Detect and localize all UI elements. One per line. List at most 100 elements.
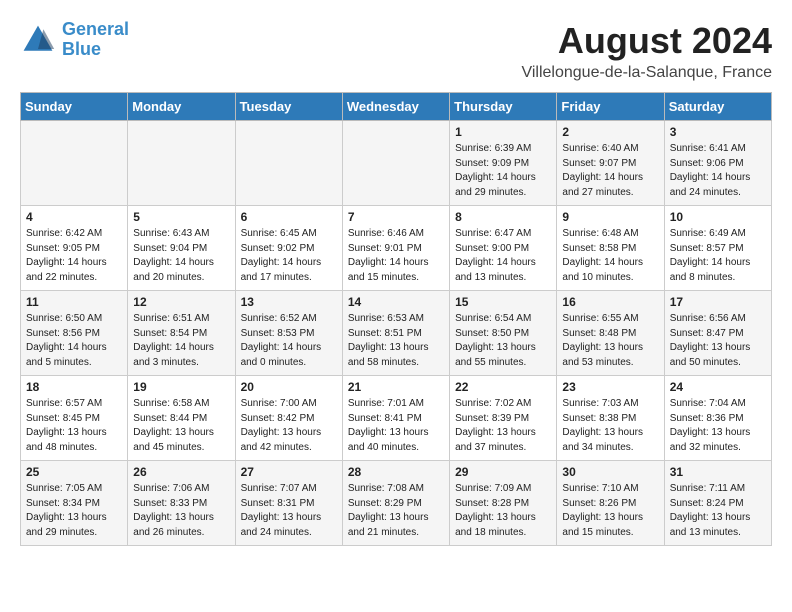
calendar-header-row: SundayMondayTuesdayWednesdayThursdayFrid… <box>21 93 772 121</box>
title-block: August 2024 Villelongue-de-la-Salanque, … <box>521 20 772 82</box>
calendar-week-row: 18 Sunrise: 6:57 AM Sunset: 8:45 PM Dayli… <box>21 376 772 461</box>
day-number: 6 <box>241 210 337 224</box>
day-info: Sunrise: 6:57 AM Sunset: 8:45 PM Dayligh… <box>26 397 122 455</box>
day-number: 30 <box>562 465 658 479</box>
column-header-monday: Monday <box>128 93 235 121</box>
day-number: 28 <box>348 465 444 479</box>
day-info: Sunrise: 7:09 AM Sunset: 8:28 PM Dayligh… <box>455 482 551 540</box>
calendar-cell: 19 Sunrise: 6:58 AM Sunset: 8:44 PM Dayli… <box>128 376 235 461</box>
day-info: Sunrise: 6:55 AM Sunset: 8:48 PM Dayligh… <box>562 312 658 370</box>
column-header-thursday: Thursday <box>450 93 557 121</box>
day-number: 26 <box>133 465 229 479</box>
day-number: 2 <box>562 125 658 139</box>
day-number: 24 <box>670 380 766 394</box>
day-number: 18 <box>26 380 122 394</box>
calendar-cell: 11Sunrise: 6:50 AM Sunset: 8:56 PM Dayli… <box>21 291 128 376</box>
calendar-cell: 9 Sunrise: 6:48 AM Sunset: 8:58 PM Daylig… <box>557 206 664 291</box>
day-number: 16 <box>562 295 658 309</box>
day-number: 19 <box>133 380 229 394</box>
calendar-week-row: 11Sunrise: 6:50 AM Sunset: 8:56 PM Dayli… <box>21 291 772 376</box>
calendar-cell: 15 Sunrise: 6:54 AM Sunset: 8:50 PM Dayli… <box>450 291 557 376</box>
calendar-cell: 1Sunrise: 6:39 AM Sunset: 9:09 PM Daylig… <box>450 121 557 206</box>
day-number: 23 <box>562 380 658 394</box>
calendar-cell: 29 Sunrise: 7:09 AM Sunset: 8:28 PM Dayli… <box>450 461 557 546</box>
day-info: Sunrise: 6:41 AM Sunset: 9:06 PM Dayligh… <box>670 142 766 200</box>
column-header-saturday: Saturday <box>664 93 771 121</box>
logo: General Blue <box>20 20 129 60</box>
calendar-cell: 4Sunrise: 6:42 AM Sunset: 9:05 PM Daylig… <box>21 206 128 291</box>
logo-line2: Blue <box>62 39 101 59</box>
day-info: Sunrise: 6:53 AM Sunset: 8:51 PM Dayligh… <box>348 312 444 370</box>
day-info: Sunrise: 6:58 AM Sunset: 8:44 PM Dayligh… <box>133 397 229 455</box>
calendar-cell: 10 Sunrise: 6:49 AM Sunset: 8:57 PM Dayli… <box>664 206 771 291</box>
calendar-cell: 6 Sunrise: 6:45 AM Sunset: 9:02 PM Daylig… <box>235 206 342 291</box>
calendar-cell <box>342 121 449 206</box>
day-info: Sunrise: 6:51 AM Sunset: 8:54 PM Dayligh… <box>133 312 229 370</box>
day-number: 25 <box>26 465 122 479</box>
day-info: Sunrise: 7:08 AM Sunset: 8:29 PM Dayligh… <box>348 482 444 540</box>
logo-icon <box>20 22 56 58</box>
day-number: 31 <box>670 465 766 479</box>
day-info: Sunrise: 7:00 AM Sunset: 8:42 PM Dayligh… <box>241 397 337 455</box>
calendar-cell: 28 Sunrise: 7:08 AM Sunset: 8:29 PM Dayli… <box>342 461 449 546</box>
day-info: Sunrise: 7:11 AM Sunset: 8:24 PM Dayligh… <box>670 482 766 540</box>
day-info: Sunrise: 7:06 AM Sunset: 8:33 PM Dayligh… <box>133 482 229 540</box>
day-number: 17 <box>670 295 766 309</box>
calendar-cell: 5 Sunrise: 6:43 AM Sunset: 9:04 PM Daylig… <box>128 206 235 291</box>
calendar-week-row: 1Sunrise: 6:39 AM Sunset: 9:09 PM Daylig… <box>21 121 772 206</box>
day-number: 10 <box>670 210 766 224</box>
day-info: Sunrise: 7:01 AM Sunset: 8:41 PM Dayligh… <box>348 397 444 455</box>
day-number: 13 <box>241 295 337 309</box>
day-info: Sunrise: 6:50 AM Sunset: 8:56 PM Dayligh… <box>26 312 122 370</box>
calendar-cell: 21 Sunrise: 7:01 AM Sunset: 8:41 PM Dayli… <box>342 376 449 461</box>
day-info: Sunrise: 6:54 AM Sunset: 8:50 PM Dayligh… <box>455 312 551 370</box>
calendar-cell: 20 Sunrise: 7:00 AM Sunset: 8:42 PM Dayli… <box>235 376 342 461</box>
day-info: Sunrise: 6:42 AM Sunset: 9:05 PM Dayligh… <box>26 227 122 285</box>
day-info: Sunrise: 6:52 AM Sunset: 8:53 PM Dayligh… <box>241 312 337 370</box>
day-info: Sunrise: 6:46 AM Sunset: 9:01 PM Dayligh… <box>348 227 444 285</box>
column-header-sunday: Sunday <box>21 93 128 121</box>
day-number: 9 <box>562 210 658 224</box>
day-number: 5 <box>133 210 229 224</box>
calendar-cell: 16 Sunrise: 6:55 AM Sunset: 8:48 PM Dayli… <box>557 291 664 376</box>
day-info: Sunrise: 6:40 AM Sunset: 9:07 PM Dayligh… <box>562 142 658 200</box>
day-number: 27 <box>241 465 337 479</box>
day-number: 29 <box>455 465 551 479</box>
day-info: Sunrise: 6:56 AM Sunset: 8:47 PM Dayligh… <box>670 312 766 370</box>
day-number: 21 <box>348 380 444 394</box>
calendar-cell <box>21 121 128 206</box>
calendar-cell: 31 Sunrise: 7:11 AM Sunset: 8:24 PM Dayli… <box>664 461 771 546</box>
day-info: Sunrise: 7:10 AM Sunset: 8:26 PM Dayligh… <box>562 482 658 540</box>
logo-text: General Blue <box>62 20 129 60</box>
day-number: 3 <box>670 125 766 139</box>
calendar-cell: 18 Sunrise: 6:57 AM Sunset: 8:45 PM Dayli… <box>21 376 128 461</box>
logo-line1: General <box>62 19 129 39</box>
day-number: 12 <box>133 295 229 309</box>
day-info: Sunrise: 6:43 AM Sunset: 9:04 PM Dayligh… <box>133 227 229 285</box>
column-header-tuesday: Tuesday <box>235 93 342 121</box>
calendar-cell: 27Sunrise: 7:07 AM Sunset: 8:31 PM Dayli… <box>235 461 342 546</box>
calendar-cell: 23Sunrise: 7:03 AM Sunset: 8:38 PM Dayli… <box>557 376 664 461</box>
day-info: Sunrise: 7:04 AM Sunset: 8:36 PM Dayligh… <box>670 397 766 455</box>
page-header: General Blue August 2024 Villelongue-de-… <box>20 20 772 82</box>
day-info: Sunrise: 6:48 AM Sunset: 8:58 PM Dayligh… <box>562 227 658 285</box>
day-info: Sunrise: 6:49 AM Sunset: 8:57 PM Dayligh… <box>670 227 766 285</box>
day-number: 15 <box>455 295 551 309</box>
month-year: August 2024 <box>521 20 772 62</box>
column-header-wednesday: Wednesday <box>342 93 449 121</box>
day-number: 22 <box>455 380 551 394</box>
calendar-cell: 8Sunrise: 6:47 AM Sunset: 9:00 PM Daylig… <box>450 206 557 291</box>
day-number: 7 <box>348 210 444 224</box>
calendar-table: SundayMondayTuesdayWednesdayThursdayFrid… <box>20 92 772 546</box>
day-info: Sunrise: 6:39 AM Sunset: 9:09 PM Dayligh… <box>455 142 551 200</box>
day-number: 20 <box>241 380 337 394</box>
day-number: 8 <box>455 210 551 224</box>
calendar-cell <box>128 121 235 206</box>
calendar-week-row: 4Sunrise: 6:42 AM Sunset: 9:05 PM Daylig… <box>21 206 772 291</box>
day-info: Sunrise: 6:45 AM Sunset: 9:02 PM Dayligh… <box>241 227 337 285</box>
calendar-cell: 14Sunrise: 6:53 AM Sunset: 8:51 PM Dayli… <box>342 291 449 376</box>
calendar-cell: 25 Sunrise: 7:05 AM Sunset: 8:34 PM Dayli… <box>21 461 128 546</box>
day-info: Sunrise: 7:02 AM Sunset: 8:39 PM Dayligh… <box>455 397 551 455</box>
calendar-cell <box>235 121 342 206</box>
day-info: Sunrise: 7:05 AM Sunset: 8:34 PM Dayligh… <box>26 482 122 540</box>
